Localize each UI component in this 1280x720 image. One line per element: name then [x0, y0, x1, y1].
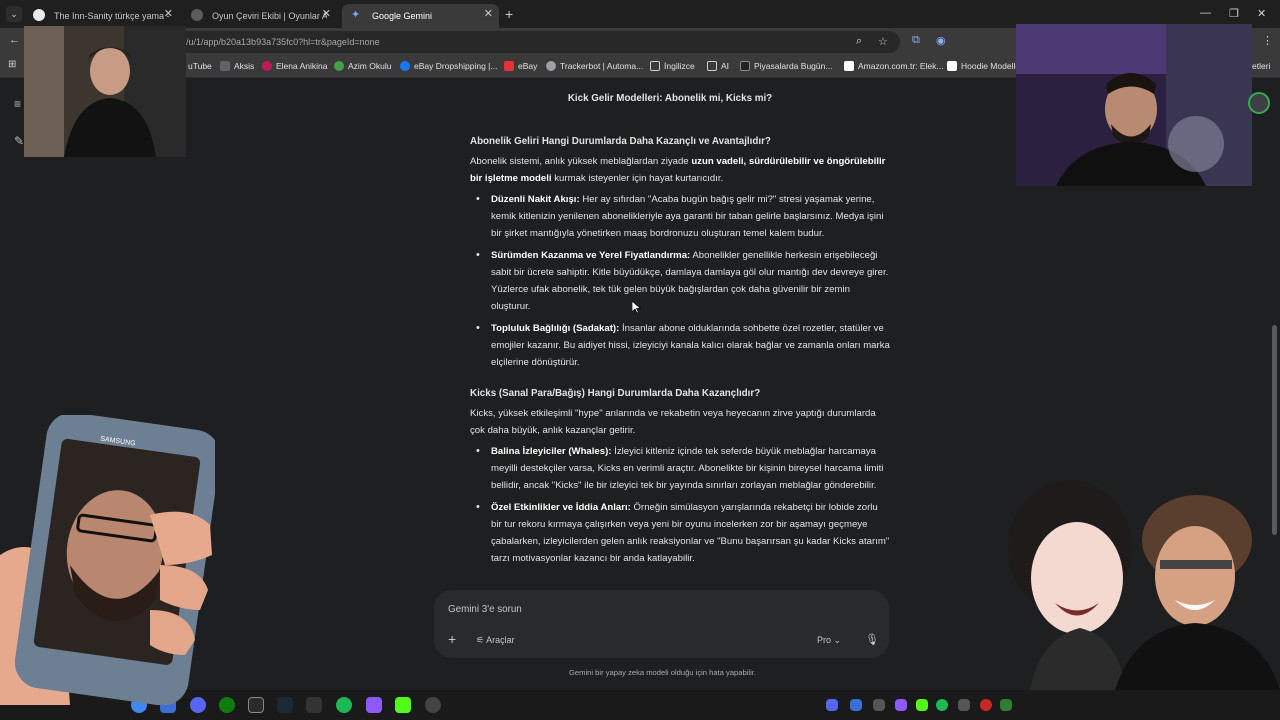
bookmark-hoodie-modelle[interactable]: Hoodie Modelle: [947, 61, 1020, 71]
url-text: /u/1/app/b20a13b93a735fc0?hl=tr&pageId=n…: [186, 37, 380, 47]
translate-icon[interactable]: ⧉: [912, 34, 920, 47]
microphone-icon[interactable]: 🎙: [865, 633, 879, 646]
new-tab-button[interactable]: +: [505, 6, 513, 22]
section-intro-abonelik: Abonelik sistemi, anlık yüksek meblağlar…: [470, 156, 886, 184]
tray-icon[interactable]: [895, 699, 907, 711]
bookmark-elena-anikina[interactable]: Elena Anikina: [262, 61, 328, 71]
section-heading-abonelik: Abonelik Geliri Hangi Durumlarda Daha Ka…: [470, 136, 771, 147]
phone-hand-image: SAMSUNG: [0, 415, 215, 705]
add-attachment-icon[interactable]: +: [448, 631, 456, 647]
tab-oyun-ceviri[interactable]: Oyun Çeviri Ekibi | Oyunlar Artı ✕: [182, 4, 337, 28]
webcam-person-image: [24, 26, 186, 157]
zoom-search-icon[interactable]: ⌕: [856, 35, 862, 48]
tab-inn-sanity[interactable]: The Inn-Sanity türkçe yama - G ✕: [24, 4, 179, 28]
epic-games-icon[interactable]: [248, 697, 264, 713]
response-title: Kick Gelir Modelleri: Abonelik mi, Kicks…: [567, 93, 773, 104]
prompt-input[interactable]: Gemini 3'e sorun: [448, 604, 522, 615]
tab-google-gemini[interactable]: ✦ Google Gemini ✕: [342, 4, 499, 28]
tab-label: Oyun Çeviri Ekibi | Oyunlar Artı: [212, 11, 327, 21]
tray-discord-icon[interactable]: [826, 699, 838, 711]
bookmark-folder-ingilizce[interactable]: İngilizce: [650, 61, 695, 71]
tray-icon[interactable]: [850, 699, 862, 711]
app-icon[interactable]: [306, 697, 322, 713]
tray-icon[interactable]: [1000, 699, 1012, 711]
tray-spotify-icon[interactable]: [936, 699, 948, 711]
list-item: Balina İzleyiciler (Whales): İzleyici ki…: [470, 443, 890, 494]
section-heading-kicks: Kicks (Sanal Para/Bağış) Hangi Durumlard…: [470, 388, 761, 399]
tray-icon[interactable]: [980, 699, 992, 711]
google-icon: [33, 9, 45, 21]
webcam-person-image: [1016, 24, 1252, 186]
app-icon[interactable]: [425, 697, 441, 713]
section-intro-kicks: Kicks, yüksek etkileşimli "hype" anların…: [470, 408, 876, 436]
tab-search-button[interactable]: ⌄: [6, 6, 22, 22]
gemini-icon: ✦: [351, 9, 361, 21]
chevron-down-icon: ⌄: [833, 635, 842, 645]
webcam-overlay-topright: [1016, 24, 1252, 186]
minimize-icon[interactable]: —: [1200, 7, 1211, 19]
bookmark-azim-okulu[interactable]: Azim Okulu: [334, 61, 391, 71]
list-item: Sürümden Kazanma ve Yerel Fiyatlandırma:…: [470, 247, 890, 315]
abonelik-list: Düzenli Nakit Akışı: Her ay sıfırdan "Ac…: [470, 191, 890, 371]
extension-icon[interactable]: ◉: [936, 34, 946, 47]
laughing-meme-overlay: [995, 478, 1280, 690]
close-tab-icon[interactable]: ✕: [484, 7, 493, 20]
site-icon: [191, 9, 203, 21]
bookmark-ebay[interactable]: eBay: [504, 61, 537, 71]
bookmark-folder-ai[interactable]: AI: [707, 61, 729, 71]
list-item: Özel Etkinlikler ve İddia Anları: Örneği…: [470, 499, 890, 567]
kick-icon[interactable]: [395, 697, 411, 713]
close-window-icon[interactable]: ✕: [1257, 7, 1266, 20]
screen: { "browser": { "tabs": [ {"label": "The …: [0, 0, 1280, 720]
bookmark-ebay-dropshipping[interactable]: eBay Dropshipping |...: [400, 61, 497, 71]
bookmark-aksis[interactable]: Aksis: [220, 61, 254, 71]
spotify-icon[interactable]: [336, 697, 352, 713]
main-menu-icon[interactable]: ≡: [14, 97, 21, 111]
steam-icon[interactable]: [277, 697, 293, 713]
prompt-composer[interactable]: Gemini 3'e sorun + ⚟ Araçlar Pro ⌄ 🎙: [434, 590, 889, 658]
kicks-list: Balina İzleyiciler (Whales): İzleyici ki…: [470, 443, 890, 567]
menu-dots-icon[interactable]: ⋮: [1262, 34, 1273, 47]
maximize-icon[interactable]: ❐: [1229, 7, 1239, 20]
address-bar[interactable]: /u/1/app/b20a13b93a735fc0?hl=tr&pageId=n…: [160, 31, 900, 53]
tools-icon: ⚟: [476, 635, 485, 645]
model-selector[interactable]: Pro ⌄: [817, 635, 841, 646]
gemini-avatar-icon[interactable]: [1248, 92, 1270, 114]
webcam-overlay-topleft: [24, 26, 186, 157]
apps-grid-icon[interactable]: ⊞: [8, 59, 16, 70]
app-icon[interactable]: [366, 697, 382, 713]
mouse-cursor-icon: [632, 301, 641, 314]
bookmark-trackerbot[interactable]: Trackerbot | Automa...: [546, 61, 643, 71]
new-chat-icon[interactable]: ✎: [14, 134, 24, 148]
tab-label: The Inn-Sanity türkçe yama - G: [54, 11, 169, 21]
tray-icon[interactable]: [916, 699, 928, 711]
tray-icon[interactable]: [958, 699, 970, 711]
response-content: Kick Gelir Modelleri: Abonelik mi, Kicks…: [470, 90, 890, 582]
close-tab-icon[interactable]: ✕: [322, 7, 331, 20]
tools-button[interactable]: ⚟ Araçlar: [476, 635, 515, 646]
disclaimer-text: Gemini bir yapay zeka modeli olduğu için…: [569, 668, 756, 677]
bookmark-etleri[interactable]: etleri: [1252, 61, 1270, 71]
tray-icon[interactable]: [873, 699, 885, 711]
bookmark-star-icon[interactable]: ☆: [878, 35, 888, 48]
bookmark-piyasalarda[interactable]: Piyasalarda Bugün...: [740, 61, 832, 71]
content-fade: [440, 560, 910, 586]
xbox-icon[interactable]: [219, 697, 235, 713]
bookmark-youtube[interactable]: uTube: [188, 61, 212, 71]
laughing-people-image: [1008, 480, 1280, 690]
phone-meme-overlay: SAMSUNG: [0, 415, 215, 705]
list-item: Düzenli Nakit Akışı: Her ay sıfırdan "Ac…: [470, 191, 890, 242]
back-arrow-icon[interactable]: ←: [9, 34, 20, 46]
close-tab-icon[interactable]: ✕: [164, 7, 173, 20]
tab-label: Google Gemini: [372, 11, 433, 21]
list-item: Topluluk Bağlılığı (Sadakat): İnsanlar a…: [470, 320, 890, 371]
bookmark-amazon[interactable]: Amazon.com.tr: Elek...: [844, 61, 944, 71]
